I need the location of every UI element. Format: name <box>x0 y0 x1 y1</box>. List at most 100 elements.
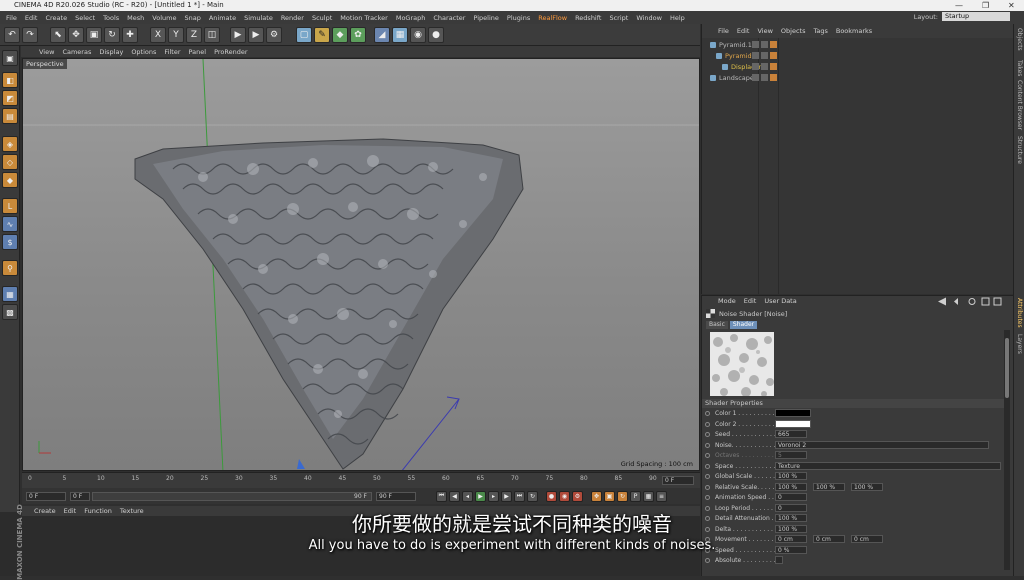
menu-tools[interactable]: Tools <box>99 14 123 22</box>
viewport-menu-prorender[interactable]: ProRender <box>210 48 251 56</box>
subdivision-icon[interactable]: ◆ <box>332 27 348 43</box>
menu-volume[interactable]: Volume <box>148 14 180 22</box>
menu-help[interactable]: Help <box>666 14 689 22</box>
shader-property-row[interactable]: Seed . . . . . . . . . . . . 665 <box>705 430 1005 439</box>
object-row[interactable]: Landscape <box>710 73 777 83</box>
render-picture-viewer-icon[interactable]: ▶ <box>248 27 264 43</box>
camera-icon[interactable]: ◉ <box>410 27 426 43</box>
menu-animate[interactable]: Animate <box>205 14 240 22</box>
next-frame-icon[interactable]: ▸ <box>488 490 499 502</box>
polygons-mode-icon[interactable]: ◆ <box>2 172 18 188</box>
tab-takes[interactable]: Takes <box>1016 60 1023 76</box>
move-tool-icon[interactable]: ✥ <box>68 27 84 43</box>
tab-shader[interactable]: Shader <box>729 321 758 329</box>
viewport-menu-view[interactable]: View <box>35 48 58 56</box>
visibility-icon[interactable] <box>752 63 759 70</box>
render-view-icon[interactable]: ▶ <box>230 27 246 43</box>
viewport-menu-cameras[interactable]: Cameras <box>58 48 95 56</box>
autokey-icon[interactable]: ◉ <box>559 490 570 502</box>
object-row[interactable]: Pyramid.1 <box>710 40 777 50</box>
loop-icon[interactable]: ↻ <box>527 490 538 502</box>
animate-dot-icon[interactable] <box>705 453 710 458</box>
attribute-menu-edit[interactable]: Edit <box>740 297 761 305</box>
menu-sculpt[interactable]: Sculpt <box>308 14 336 22</box>
shader-property-row[interactable]: Animation Speed . . . .0 <box>705 493 1005 502</box>
menu-realflow[interactable]: RealFlow <box>534 14 571 22</box>
tab-attributes[interactable]: Attributes <box>1016 298 1023 328</box>
record-icon[interactable]: ● <box>546 490 557 502</box>
redo-icon[interactable]: ↷ <box>22 27 38 43</box>
object-menu-bookmarks[interactable]: Bookmarks <box>832 27 876 35</box>
key-pla-icon[interactable]: ▦ <box>643 490 654 502</box>
animate-dot-icon[interactable] <box>705 442 710 448</box>
play-icon[interactable]: ▶ <box>475 490 486 502</box>
visibility-icon[interactable] <box>752 41 759 48</box>
points-mode-icon[interactable]: ◈ <box>2 136 18 152</box>
shader-property-row[interactable]: Octaves . . . . . . . . . .5 <box>705 451 1005 460</box>
viewport-menu-display[interactable]: Display <box>95 48 127 56</box>
spline-pen-icon[interactable]: ✎ <box>314 27 330 43</box>
make-editable-icon[interactable]: ▣ <box>2 50 18 66</box>
key-param-icon[interactable]: P <box>630 490 641 502</box>
shader-property-row[interactable]: Color 2 . . . . . . . . . . <box>705 419 1005 429</box>
attribute-nav-icons[interactable] <box>936 297 1006 306</box>
layout-selector[interactable]: Layout: Startup <box>914 12 1010 21</box>
enable-icon[interactable] <box>761 63 768 70</box>
color-2-swatch[interactable] <box>775 419 811 428</box>
perspective-viewport[interactable]: Perspective Grid Spacing: 100 cm <box>22 58 700 471</box>
key-scale-icon[interactable]: ▣ <box>604 490 615 502</box>
next-key-icon[interactable]: ▶ <box>501 490 512 502</box>
shader-property-row[interactable]: Noise. . . . . . . . . . . . Voronoi 2 <box>705 440 1005 450</box>
menu-snap[interactable]: Snap <box>180 14 204 22</box>
rotate-tool-icon[interactable]: ↻ <box>104 27 120 43</box>
menu-plugins[interactable]: Plugins <box>503 14 534 22</box>
start-frame-field[interactable]: 0 F <box>26 491 66 501</box>
key-rotation-icon[interactable]: ↻ <box>617 490 628 502</box>
viewport-menu-panel[interactable]: Panel <box>185 48 211 56</box>
object-flags[interactable] <box>752 63 777 70</box>
object-flags[interactable] <box>752 52 777 59</box>
scale-tool-icon[interactable]: ▣ <box>86 27 102 43</box>
menu-mesh[interactable]: Mesh <box>123 14 148 22</box>
key-position-icon[interactable]: ✥ <box>591 490 602 502</box>
texture-mode-icon[interactable]: ◩ <box>2 90 18 106</box>
goto-start-icon[interactable]: ⏮ <box>436 490 447 502</box>
enable-icon[interactable] <box>761 52 768 59</box>
property-value[interactable]: 100 % <box>775 472 807 480</box>
animate-dot-icon[interactable] <box>705 495 710 500</box>
goto-end-icon[interactable]: ⏭ <box>514 490 525 502</box>
add-tool-icon[interactable]: ✚ <box>122 27 138 43</box>
tag-icon[interactable] <box>770 41 777 48</box>
visibility-icon[interactable] <box>752 52 759 59</box>
minimize-button[interactable]: — <box>955 0 963 11</box>
tag-icon[interactable] <box>770 63 777 70</box>
object-flags[interactable] <box>752 41 777 48</box>
object-menu-edit[interactable]: Edit <box>733 27 754 35</box>
end-frame-field[interactable]: 90 F <box>376 491 416 501</box>
object-menu-tags[interactable]: Tags <box>809 27 831 35</box>
object-row[interactable]: Displacer <box>722 62 777 72</box>
object-menu-view[interactable]: View <box>753 27 776 35</box>
animate-dot-icon[interactable] <box>705 463 710 469</box>
snap-icon[interactable]: $ <box>2 234 18 250</box>
attribute-menu-user-data[interactable]: User Data <box>760 297 800 305</box>
current-frame-field[interactable]: 0 F <box>662 476 694 485</box>
tab-basic[interactable]: Basic <box>706 321 728 329</box>
model-mode-icon[interactable]: ◧ <box>2 72 18 88</box>
property-value[interactable]: Voronoi 2 <box>775 440 989 449</box>
object-row[interactable]: Pyramid <box>716 51 777 61</box>
frame-range-slider[interactable]: 90 F <box>92 491 372 501</box>
y-axis-icon[interactable]: Y <box>168 27 184 43</box>
animate-dot-icon[interactable] <box>705 432 710 437</box>
menu-redshift[interactable]: Redshift <box>571 14 605 22</box>
select-tool-icon[interactable]: ⬉ <box>50 27 66 43</box>
shader-property-row[interactable]: Space . . . . . . . . . . . Texture <box>705 461 1005 471</box>
object-flags[interactable] <box>752 74 777 81</box>
viewport-menu-options[interactable]: Options <box>127 48 160 56</box>
animate-dot-icon[interactable] <box>705 411 710 416</box>
menu-mograph[interactable]: MoGraph <box>392 14 430 22</box>
object-menu-file[interactable]: File <box>714 27 733 35</box>
axis-mode-icon[interactable]: L <box>2 198 18 214</box>
menu-edit[interactable]: Edit <box>21 14 42 22</box>
cube-icon[interactable]: ▢ <box>296 27 312 43</box>
